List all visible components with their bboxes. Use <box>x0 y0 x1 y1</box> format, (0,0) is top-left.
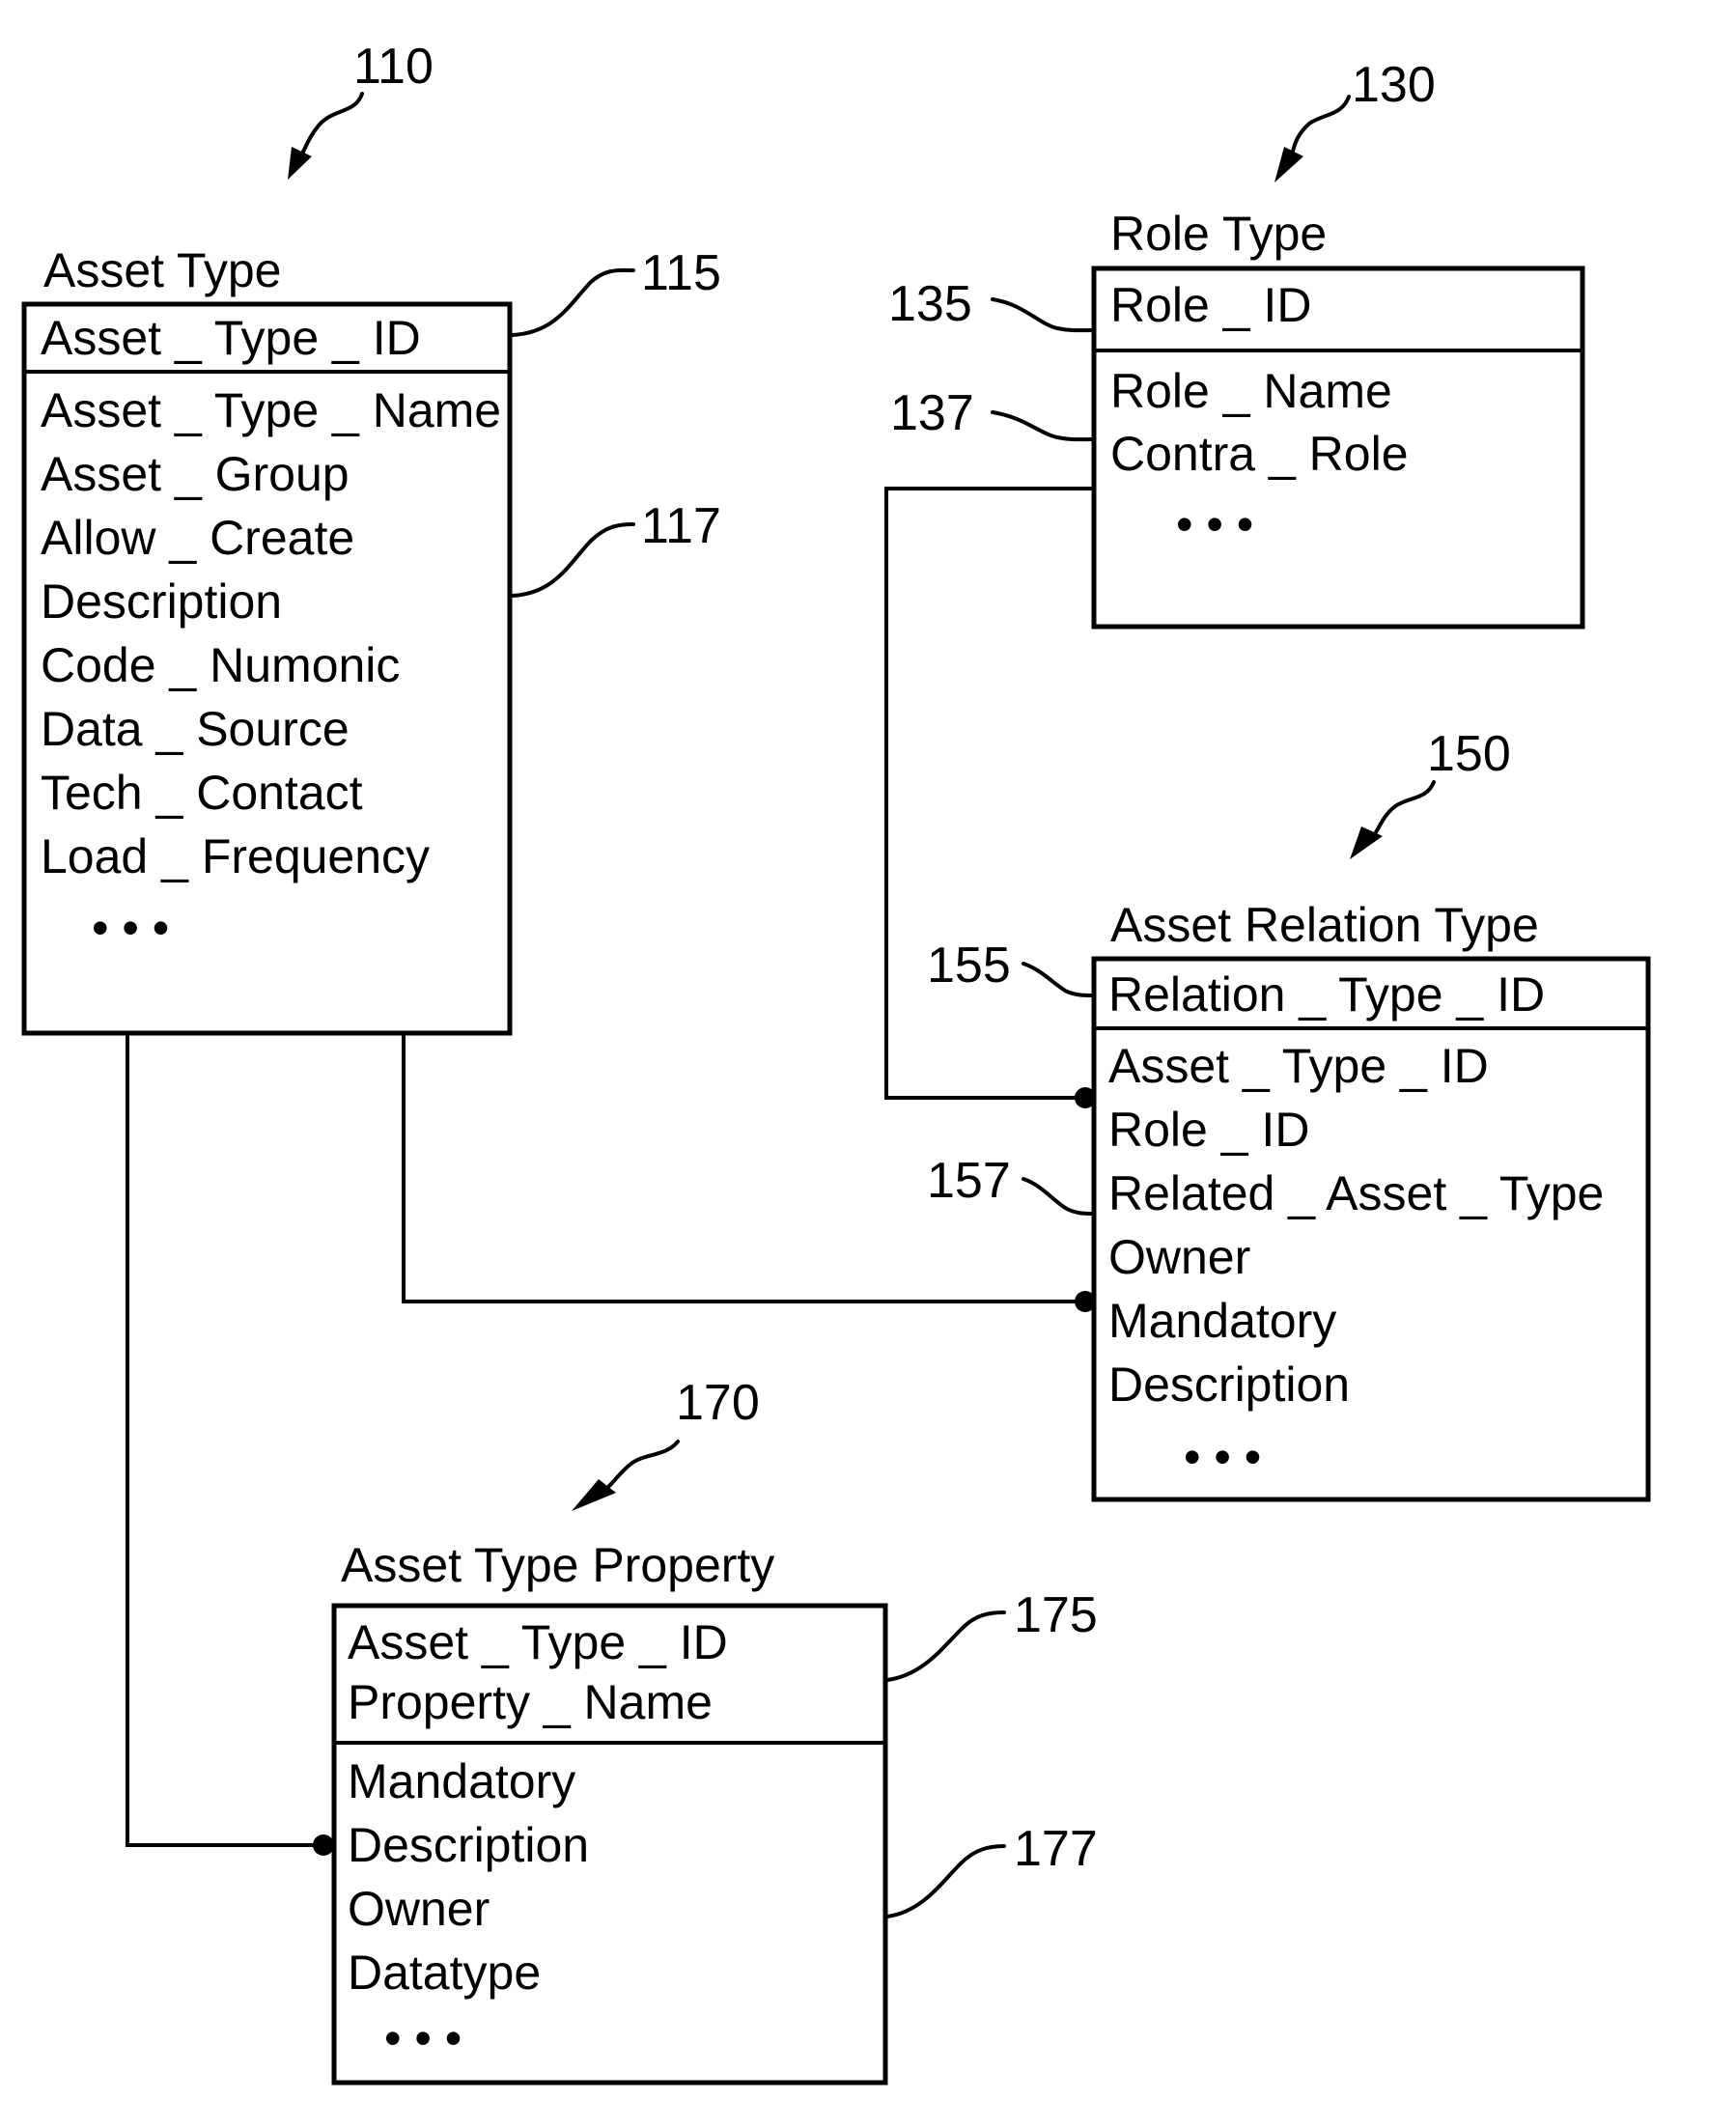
ref-leader-117 <box>510 522 635 598</box>
field: Code _ Numonic <box>41 638 400 692</box>
field: Data _ Source <box>41 702 350 756</box>
ref-arrow-130 <box>1290 95 1351 156</box>
entity-asset-relation-type: 150 Asset Relation Type Relation _ Type … <box>927 726 1651 1502</box>
key-field: Role _ ID <box>1110 278 1311 332</box>
field: Asset _ Group <box>41 447 350 501</box>
ref-label-155: 155 <box>927 938 1011 994</box>
field: Mandatory <box>1108 1294 1336 1348</box>
ref-label-175: 175 <box>1014 1587 1098 1643</box>
field: Owner <box>348 1882 490 1936</box>
connector-assettype-to-property-endpoint <box>313 1834 334 1856</box>
field: Asset _ Type _ ID <box>1108 1039 1489 1093</box>
entity-title: Asset Type Property <box>341 1538 774 1592</box>
ref-label-177: 177 <box>1014 1821 1098 1877</box>
entity-role-type: 130 Role Type Role _ ID Role _ Name Cont… <box>888 57 1585 630</box>
ref-leader-157 <box>1022 1177 1096 1216</box>
ref-leader-135 <box>991 297 1096 333</box>
ellipsis: • • • <box>384 2011 462 2065</box>
ellipsis: • • • <box>92 901 169 955</box>
field: Allow _ Create <box>41 511 354 565</box>
entity-asset-type-property: 170 Asset Type Property Asset _ Type _ I… <box>331 1375 1098 2086</box>
field: Load _ Frequency <box>41 829 430 883</box>
ref-label-170: 170 <box>676 1375 760 1431</box>
ref-label-130: 130 <box>1352 57 1436 113</box>
field: Description <box>41 574 282 629</box>
field: Description <box>1108 1358 1350 1412</box>
ellipsis: • • • <box>1176 497 1253 551</box>
connector-assettype-to-property <box>126 1033 328 1847</box>
ref-arrow-150 <box>1374 780 1436 834</box>
field: Datatype <box>348 1946 541 2000</box>
ref-label-117: 117 <box>641 498 721 554</box>
arrowhead-icon <box>1274 147 1303 182</box>
ref-leader-115 <box>510 267 635 337</box>
field: Asset _ Type _ Name <box>41 383 501 437</box>
field: Description <box>348 1818 589 1872</box>
ref-label-135: 135 <box>888 276 972 332</box>
ref-leader-137 <box>991 410 1096 442</box>
entity-title: Asset Relation Type <box>1110 898 1539 952</box>
field: Role _ Name <box>1110 364 1392 418</box>
field: Related _ Asset _ Type <box>1108 1166 1604 1220</box>
entity-asset-type: 110 Asset Type Asset _ Type _ ID Asset _… <box>21 39 721 1036</box>
ref-label-137: 137 <box>890 385 974 441</box>
ref-label-150: 150 <box>1427 726 1511 782</box>
key-field: Asset _ Type _ ID <box>348 1615 728 1669</box>
key-field: Property _ Name <box>348 1675 713 1729</box>
entity-title: Asset Type <box>43 243 281 297</box>
ref-leader-177 <box>885 1844 1006 1918</box>
er-diagram: 110 Asset Type Asset _ Type _ ID Asset _… <box>21 39 1651 2086</box>
ellipsis: • • • <box>1184 1430 1261 1484</box>
entity-title: Role Type <box>1110 207 1327 261</box>
ref-leader-175 <box>885 1610 1006 1682</box>
ref-arrow-110 <box>297 92 364 161</box>
field: Tech _ Contact <box>41 766 363 820</box>
field: Owner <box>1108 1230 1250 1284</box>
connector-role-to-relation <box>884 487 1094 1100</box>
ref-label-157: 157 <box>927 1153 1011 1209</box>
key-field: Relation _ Type _ ID <box>1108 967 1545 1022</box>
field: Mandatory <box>348 1754 575 1808</box>
key-field: Asset _ Type _ ID <box>41 311 421 365</box>
field: Contra _ Role <box>1110 427 1409 481</box>
ref-label-115: 115 <box>641 245 721 301</box>
arrowhead-icon <box>288 147 312 180</box>
field: Role _ ID <box>1108 1103 1309 1157</box>
ref-leader-155 <box>1022 962 1096 997</box>
ref-arrow-170 <box>606 1440 680 1489</box>
ref-label-110: 110 <box>353 39 434 95</box>
